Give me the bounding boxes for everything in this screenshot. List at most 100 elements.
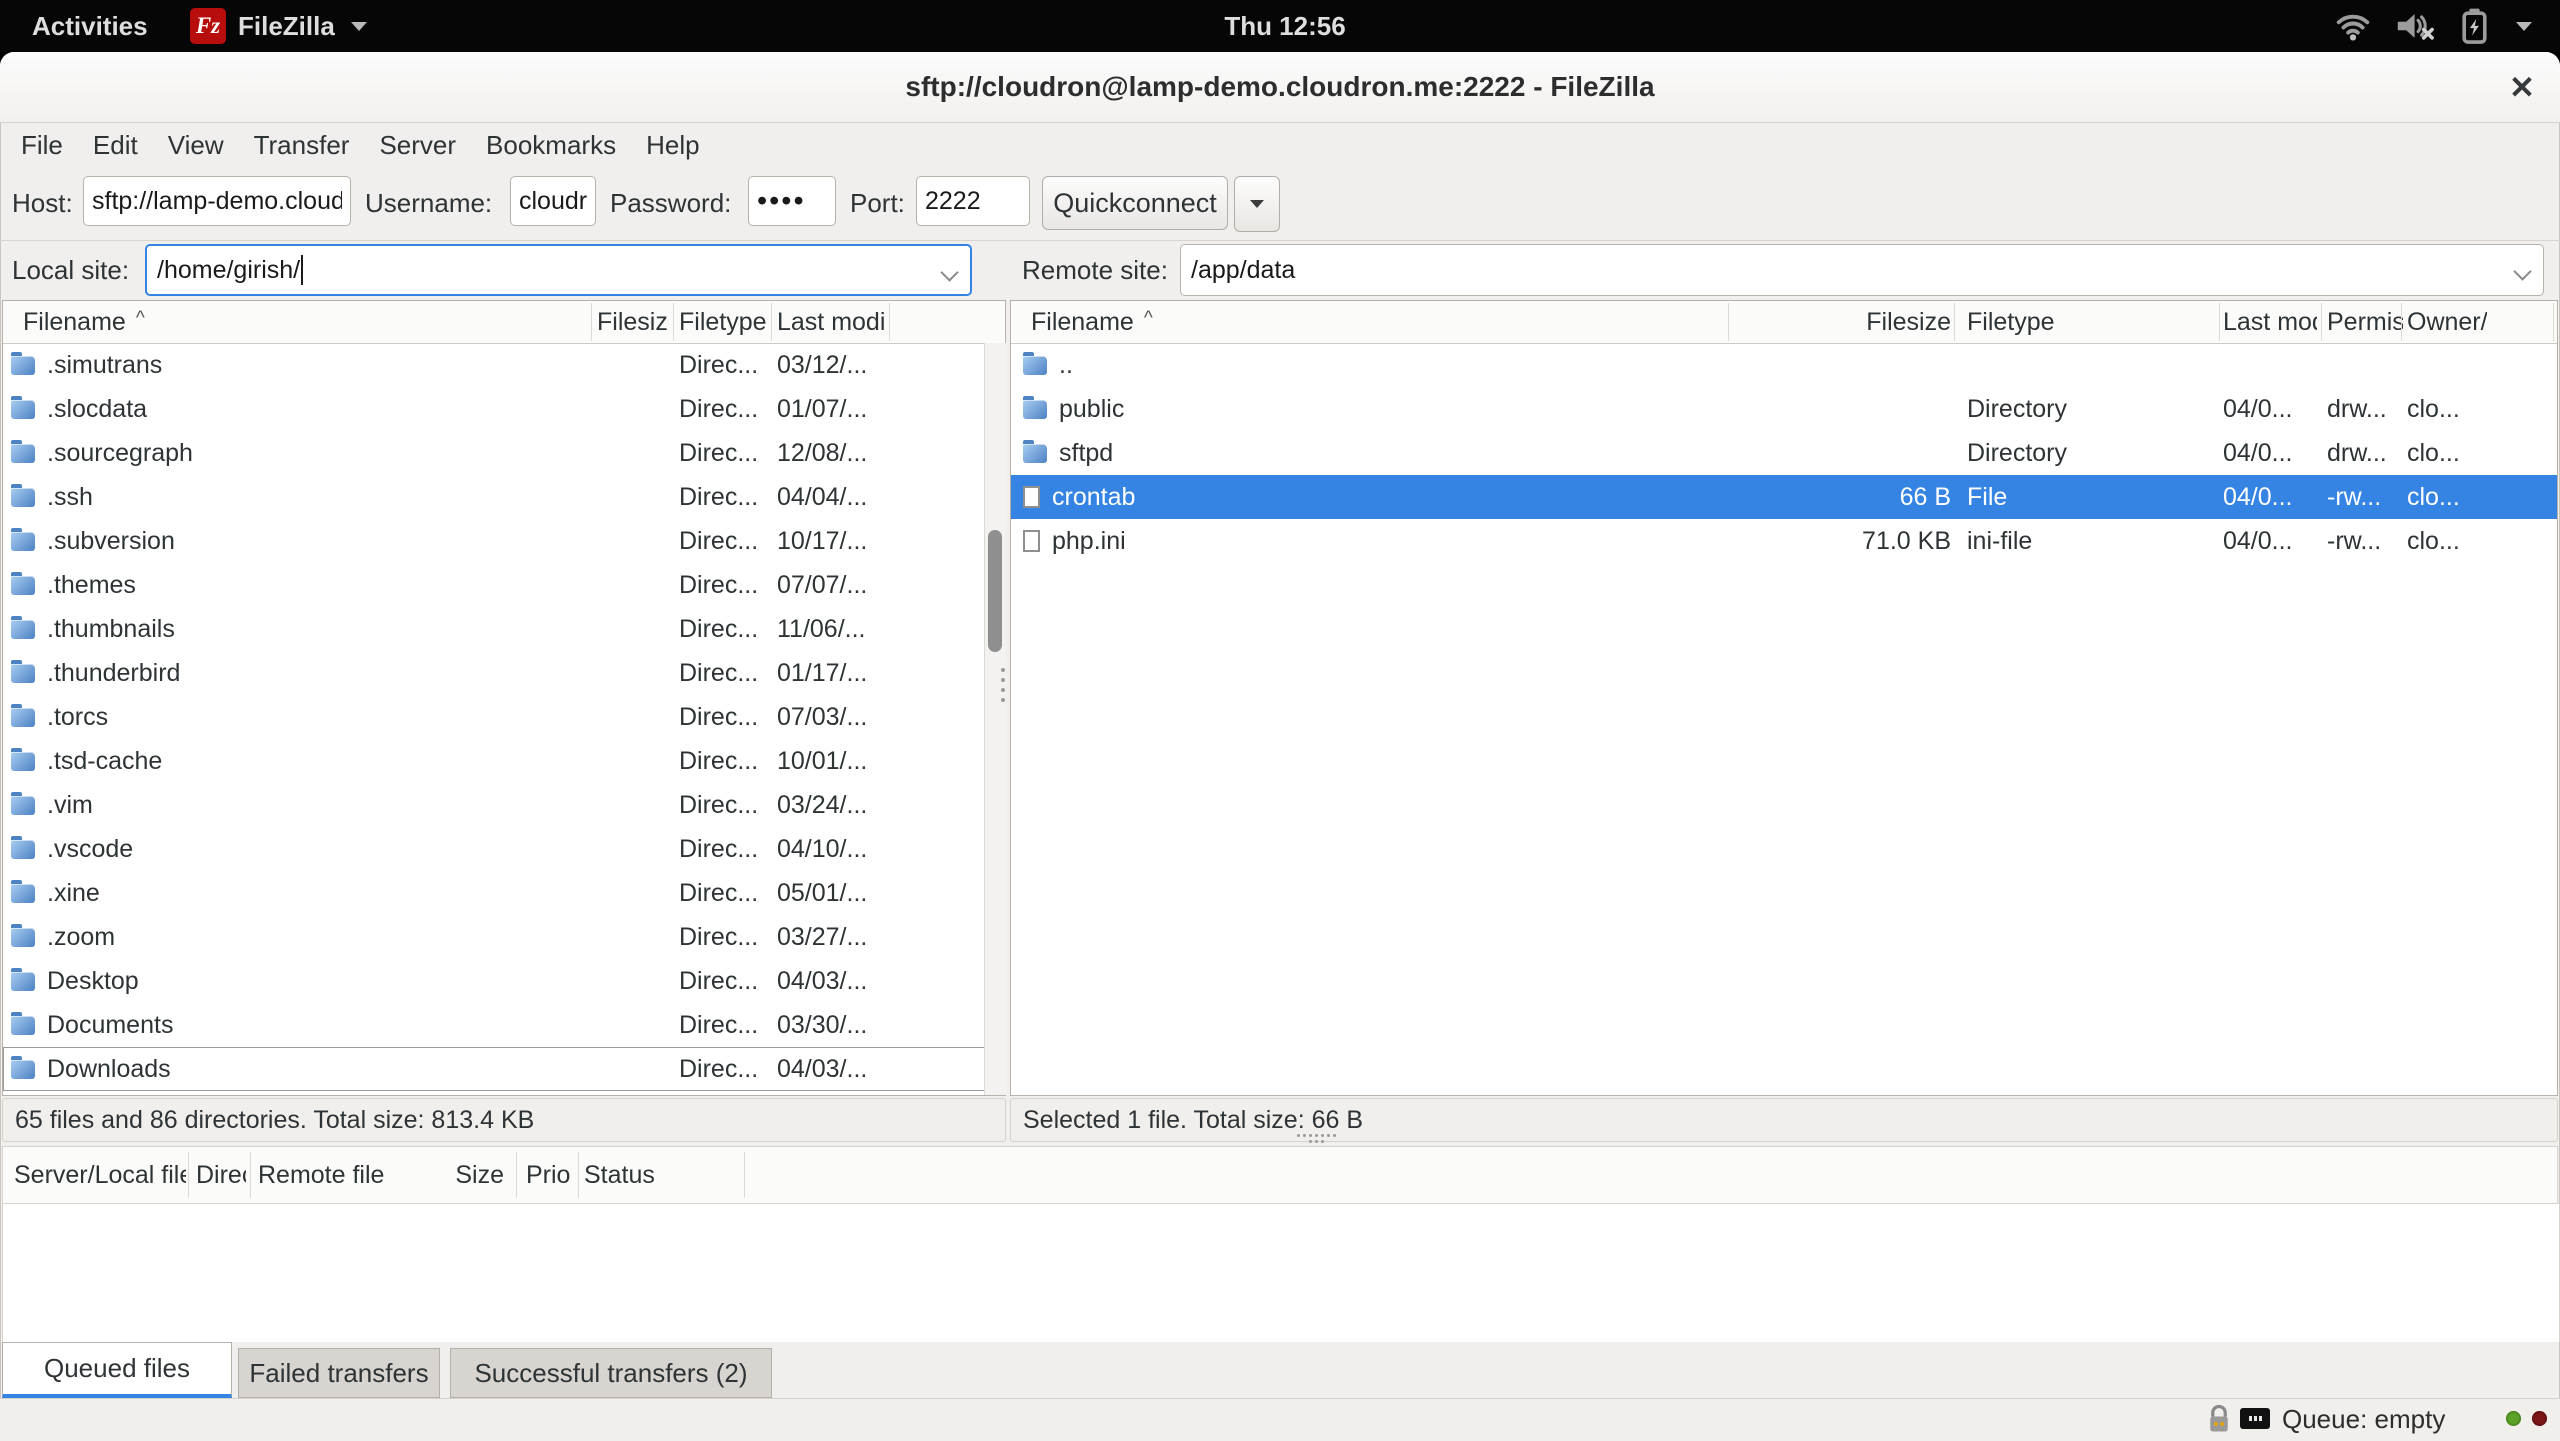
menu-server[interactable]: Server (364, 122, 471, 168)
column-header-owner[interactable]: Owner/Group (2407, 301, 2487, 343)
local-file-row[interactable]: .xine Direc... 05/01/... (3, 871, 1005, 915)
column-separator[interactable] (591, 303, 592, 341)
menu-edit[interactable]: Edit (78, 122, 153, 168)
local-file-row[interactable]: .simutrans Direc... 03/12/... (3, 343, 1005, 387)
column-header-direction[interactable]: Direction (196, 1146, 246, 1204)
local-file-row[interactable]: Desktop Direc... 04/03/... (3, 959, 1005, 1003)
tab-queued-files[interactable]: Queued files (2, 1342, 232, 1398)
pane-splitter-handle[interactable] (1000, 662, 1006, 706)
column-separator[interactable] (2553, 303, 2554, 341)
column-header-filetype[interactable]: Filetype (679, 301, 767, 343)
filesize-cell (597, 519, 669, 563)
column-header-priority[interactable]: Priority (526, 1146, 572, 1204)
column-separator[interactable] (673, 303, 674, 341)
app-menu-button[interactable]: Fz FileZilla (190, 0, 367, 52)
local-file-row[interactable]: .ssh Direc... 04/04/... (3, 475, 1005, 519)
column-label: Filename (23, 308, 126, 337)
menu-view[interactable]: View (153, 122, 239, 168)
folder-icon (11, 488, 35, 507)
column-header-filename[interactable]: Filename ^ (23, 301, 583, 343)
column-header-permissions[interactable]: Permissions (2327, 301, 2403, 343)
filetype-cell: Directory (1967, 431, 2217, 475)
remote-file-row[interactable]: sftpd Directory 04/0... drw... clo... (1011, 431, 2557, 475)
remote-file-row[interactable]: crontab 66 B File 04/0... -rw... clo... (1011, 475, 2557, 519)
quickconnect-button[interactable]: Quickconnect (1042, 176, 1228, 230)
local-file-row[interactable]: .zoom Direc... 03/27/... (3, 915, 1005, 959)
menu-bar: File Edit View Transfer Server Bookmarks… (0, 122, 2560, 168)
queue-splitter-handle[interactable] (1294, 1132, 1338, 1144)
column-separator[interactable] (188, 1152, 189, 1198)
filesize-cell (597, 431, 669, 475)
column-header-server-local-file[interactable]: Server/Local file (14, 1146, 186, 1204)
system-tray[interactable] (2335, 0, 2532, 52)
column-separator[interactable] (578, 1152, 579, 1198)
last-modified-cell: 04/0... (2223, 431, 2319, 475)
local-file-row[interactable]: .slocdata Direc... 01/07/... (3, 387, 1005, 431)
local-file-row[interactable]: .vim Direc... 03/24/... (3, 783, 1005, 827)
column-separator[interactable] (250, 1152, 251, 1198)
local-file-row[interactable]: .sourcegraph Direc... 12/08/... (3, 431, 1005, 475)
column-separator[interactable] (516, 1152, 517, 1198)
tab-successful-transfers[interactable]: Successful transfers (2) (450, 1348, 772, 1398)
local-file-row[interactable]: Documents Direc... 03/30/... (3, 1003, 1005, 1047)
column-header-size[interactable]: Size (400, 1146, 504, 1204)
folder-icon (11, 576, 35, 595)
chevron-down-icon (351, 22, 367, 31)
remote-file-row[interactable]: php.ini 71.0 KB ini-file 04/0... -rw... … (1011, 519, 2557, 563)
filename-cell: .thunderbird (11, 651, 591, 695)
remote-file-row[interactable]: public Directory 04/0... drw... clo... (1011, 387, 2557, 431)
folder-icon (11, 708, 35, 727)
local-file-row[interactable]: .vscode Direc... 04/10/... (3, 827, 1005, 871)
local-file-row[interactable]: .thunderbird Direc... 01/17/... (3, 651, 1005, 695)
file-icon (1023, 530, 1040, 552)
folder-icon (1023, 400, 1047, 419)
column-separator[interactable] (889, 303, 890, 341)
column-separator[interactable] (1728, 303, 1729, 341)
remote-site-combo[interactable]: /app/data (1180, 244, 2544, 296)
remote-file-pane: Filename ^ Filesize Filetype Last modifi… (1010, 300, 2558, 1096)
close-button[interactable]: ✕ (2496, 66, 2548, 110)
local-file-row[interactable]: .torcs Direc... 07/03/... (3, 695, 1005, 739)
password-input[interactable] (748, 176, 836, 226)
local-file-row[interactable]: .themes Direc... 07/07/... (3, 563, 1005, 607)
remote-file-row[interactable]: .. (1011, 343, 2557, 387)
column-header-filesize[interactable]: Filesize (597, 301, 669, 343)
column-header-filesize[interactable]: Filesize (1733, 301, 1951, 343)
quickconnect-dropdown-button[interactable] (1234, 176, 1280, 232)
tab-failed-transfers[interactable]: Failed transfers (238, 1348, 440, 1398)
local-file-row[interactable]: .tsd-cache Direc... 10/01/... (3, 739, 1005, 783)
column-separator[interactable] (2401, 303, 2402, 341)
menu-transfer[interactable]: Transfer (239, 122, 365, 168)
filename-cell: .torcs (11, 695, 591, 739)
menu-bookmarks[interactable]: Bookmarks (471, 122, 631, 168)
username-input[interactable] (510, 176, 596, 226)
column-separator[interactable] (771, 303, 772, 341)
folder-icon (11, 796, 35, 815)
local-file-row[interactable]: Downloads Direc... 04/03/... (3, 1047, 1005, 1091)
local-scrollbar-thumb[interactable] (988, 530, 1002, 652)
column-separator[interactable] (2219, 303, 2220, 341)
chevron-down-icon (2516, 22, 2532, 31)
activities-button[interactable]: Activities (32, 0, 148, 52)
menu-file[interactable]: File (6, 122, 78, 168)
local-file-row[interactable]: .subversion Direc... 10/17/... (3, 519, 1005, 563)
column-separator[interactable] (1954, 303, 1955, 341)
clock-button[interactable]: Thu 12:56 (1205, 0, 1365, 52)
column-header-status[interactable]: Status (584, 1146, 734, 1204)
menu-help[interactable]: Help (631, 122, 714, 168)
protocol-badge-icon (2240, 1408, 2270, 1429)
column-separator[interactable] (744, 1152, 745, 1198)
column-header-filename[interactable]: Filename ^ (1031, 301, 1591, 343)
local-site-combo[interactable]: /home/girish/ (145, 244, 972, 296)
port-input[interactable] (916, 176, 1030, 226)
filetype-cell: Direc... (679, 915, 769, 959)
queue-list-area[interactable] (2, 1204, 2560, 1342)
column-header-filetype[interactable]: Filetype (1967, 301, 2087, 343)
local-scrollbar-track[interactable] (984, 343, 1006, 1095)
column-header-last-modified[interactable]: Last modified (777, 301, 885, 343)
host-input[interactable] (83, 176, 351, 226)
column-header-last-modified[interactable]: Last modified (2223, 301, 2317, 343)
last-modified-cell: 03/27/... (777, 915, 887, 959)
local-file-row[interactable]: .thumbnails Direc... 11/06/... (3, 607, 1005, 651)
column-separator[interactable] (2321, 303, 2322, 341)
